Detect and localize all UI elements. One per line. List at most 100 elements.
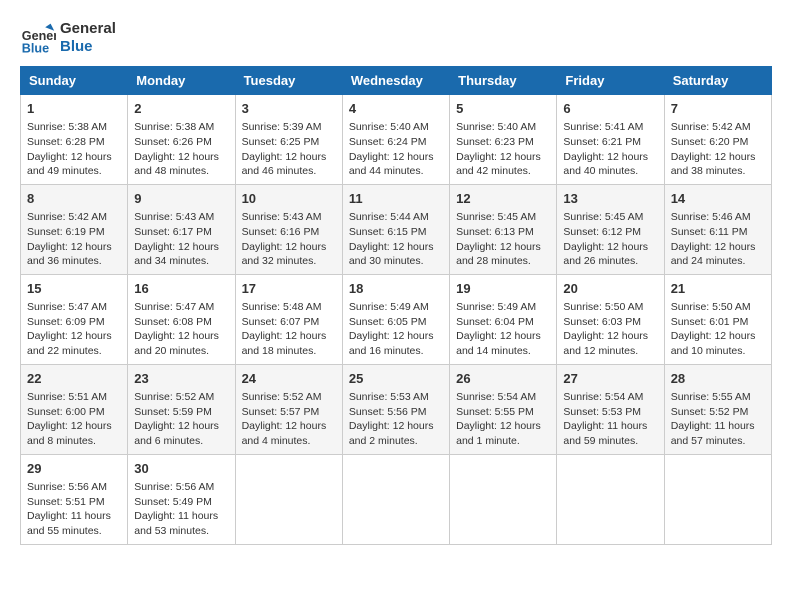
- day-info: Sunrise: 5:40 AM Sunset: 6:24 PM Dayligh…: [349, 121, 434, 177]
- weekday-header-saturday: Saturday: [664, 67, 771, 95]
- day-number: 27: [563, 370, 657, 388]
- day-number: 15: [27, 280, 121, 298]
- logo-icon: General Blue: [20, 20, 56, 56]
- day-info: Sunrise: 5:50 AM Sunset: 6:03 PM Dayligh…: [563, 301, 648, 357]
- day-info: Sunrise: 5:55 AM Sunset: 5:52 PM Dayligh…: [671, 391, 755, 447]
- day-info: Sunrise: 5:56 AM Sunset: 5:51 PM Dayligh…: [27, 481, 111, 537]
- day-info: Sunrise: 5:54 AM Sunset: 5:55 PM Dayligh…: [456, 391, 541, 447]
- calendar-cell: 19 Sunrise: 5:49 AM Sunset: 6:04 PM Dayli…: [450, 274, 557, 364]
- calendar-cell: 1Sunrise: 5:38 AM Sunset: 6:28 PM Daylig…: [21, 95, 128, 185]
- calendar-cell: 10 Sunrise: 5:43 AM Sunset: 6:16 PM Dayli…: [235, 184, 342, 274]
- calendar-week-1: 1Sunrise: 5:38 AM Sunset: 6:28 PM Daylig…: [21, 95, 772, 185]
- day-number: 10: [242, 190, 336, 208]
- calendar-week-5: 29 Sunrise: 5:56 AM Sunset: 5:51 PM Dayli…: [21, 454, 772, 544]
- day-info: Sunrise: 5:49 AM Sunset: 6:04 PM Dayligh…: [456, 301, 541, 357]
- logo-general: General: [60, 20, 116, 38]
- calendar-cell: 20 Sunrise: 5:50 AM Sunset: 6:03 PM Dayli…: [557, 274, 664, 364]
- day-number: 19: [456, 280, 550, 298]
- day-info: Sunrise: 5:43 AM Sunset: 6:16 PM Dayligh…: [242, 211, 327, 267]
- day-info: Sunrise: 5:49 AM Sunset: 6:05 PM Dayligh…: [349, 301, 434, 357]
- calendar-cell: 4 Sunrise: 5:40 AM Sunset: 6:24 PM Daylig…: [342, 95, 449, 185]
- day-number: 5: [456, 100, 550, 118]
- day-number: 16: [134, 280, 228, 298]
- weekday-header-wednesday: Wednesday: [342, 67, 449, 95]
- day-info: Sunrise: 5:52 AM Sunset: 5:59 PM Dayligh…: [134, 391, 219, 447]
- calendar-cell: 14Sunrise: 5:46 AM Sunset: 6:11 PM Dayli…: [664, 184, 771, 274]
- calendar-cell: 8 Sunrise: 5:42 AM Sunset: 6:19 PM Daylig…: [21, 184, 128, 274]
- day-number: 20: [563, 280, 657, 298]
- calendar-week-3: 15 Sunrise: 5:47 AM Sunset: 6:09 PM Dayli…: [21, 274, 772, 364]
- day-info: Sunrise: 5:47 AM Sunset: 6:09 PM Dayligh…: [27, 301, 112, 357]
- calendar-cell: 25 Sunrise: 5:53 AM Sunset: 5:56 PM Dayli…: [342, 364, 449, 454]
- day-info: Sunrise: 5:45 AM Sunset: 6:13 PM Dayligh…: [456, 211, 541, 267]
- calendar-cell: [450, 454, 557, 544]
- svg-text:Blue: Blue: [22, 41, 49, 55]
- calendar-cell: 15 Sunrise: 5:47 AM Sunset: 6:09 PM Dayli…: [21, 274, 128, 364]
- calendar-header-row: SundayMondayTuesdayWednesdayThursdayFrid…: [21, 67, 772, 95]
- day-number: 4: [349, 100, 443, 118]
- calendar-cell: 27 Sunrise: 5:54 AM Sunset: 5:53 PM Dayli…: [557, 364, 664, 454]
- calendar-cell: 5 Sunrise: 5:40 AM Sunset: 6:23 PM Daylig…: [450, 95, 557, 185]
- day-info: Sunrise: 5:50 AM Sunset: 6:01 PM Dayligh…: [671, 301, 756, 357]
- day-number: 18: [349, 280, 443, 298]
- calendar-cell: 28 Sunrise: 5:55 AM Sunset: 5:52 PM Dayli…: [664, 364, 771, 454]
- day-number: 11: [349, 190, 443, 208]
- day-info: Sunrise: 5:46 AM Sunset: 6:11 PM Dayligh…: [671, 211, 756, 267]
- calendar-week-4: 22 Sunrise: 5:51 AM Sunset: 6:00 PM Dayli…: [21, 364, 772, 454]
- day-number: 23: [134, 370, 228, 388]
- calendar-cell: 2Sunrise: 5:38 AM Sunset: 6:26 PM Daylig…: [128, 95, 235, 185]
- calendar-cell: 9Sunrise: 5:43 AM Sunset: 6:17 PM Daylig…: [128, 184, 235, 274]
- calendar-cell: 11 Sunrise: 5:44 AM Sunset: 6:15 PM Dayli…: [342, 184, 449, 274]
- calendar-cell: 22 Sunrise: 5:51 AM Sunset: 6:00 PM Dayli…: [21, 364, 128, 454]
- day-info: Sunrise: 5:51 AM Sunset: 6:00 PM Dayligh…: [27, 391, 112, 447]
- calendar-cell: 6Sunrise: 5:41 AM Sunset: 6:21 PM Daylig…: [557, 95, 664, 185]
- calendar-cell: 16 Sunrise: 5:47 AM Sunset: 6:08 PM Dayli…: [128, 274, 235, 364]
- calendar-cell: 7 Sunrise: 5:42 AM Sunset: 6:20 PM Daylig…: [664, 95, 771, 185]
- day-number: 13: [563, 190, 657, 208]
- weekday-header-friday: Friday: [557, 67, 664, 95]
- calendar-week-2: 8 Sunrise: 5:42 AM Sunset: 6:19 PM Daylig…: [21, 184, 772, 274]
- weekday-header-monday: Monday: [128, 67, 235, 95]
- day-info: Sunrise: 5:54 AM Sunset: 5:53 PM Dayligh…: [563, 391, 647, 447]
- day-number: 1: [27, 100, 121, 118]
- day-info: Sunrise: 5:45 AM Sunset: 6:12 PM Dayligh…: [563, 211, 648, 267]
- day-info: Sunrise: 5:42 AM Sunset: 6:20 PM Dayligh…: [671, 121, 756, 177]
- day-info: Sunrise: 5:44 AM Sunset: 6:15 PM Dayligh…: [349, 211, 434, 267]
- calendar-cell: [557, 454, 664, 544]
- day-number: 8: [27, 190, 121, 208]
- day-number: 7: [671, 100, 765, 118]
- calendar-table: SundayMondayTuesdayWednesdayThursdayFrid…: [20, 66, 772, 545]
- day-info: Sunrise: 5:38 AM Sunset: 6:26 PM Dayligh…: [134, 121, 219, 177]
- calendar-cell: [235, 454, 342, 544]
- day-info: Sunrise: 5:56 AM Sunset: 5:49 PM Dayligh…: [134, 481, 218, 537]
- calendar-cell: 17Sunrise: 5:48 AM Sunset: 6:07 PM Dayli…: [235, 274, 342, 364]
- day-info: Sunrise: 5:47 AM Sunset: 6:08 PM Dayligh…: [134, 301, 219, 357]
- weekday-header-tuesday: Tuesday: [235, 67, 342, 95]
- day-number: 25: [349, 370, 443, 388]
- day-number: 29: [27, 460, 121, 478]
- calendar-cell: 12 Sunrise: 5:45 AM Sunset: 6:13 PM Dayli…: [450, 184, 557, 274]
- day-info: Sunrise: 5:39 AM Sunset: 6:25 PM Dayligh…: [242, 121, 327, 177]
- day-number: 21: [671, 280, 765, 298]
- calendar-cell: 26 Sunrise: 5:54 AM Sunset: 5:55 PM Dayli…: [450, 364, 557, 454]
- day-info: Sunrise: 5:41 AM Sunset: 6:21 PM Dayligh…: [563, 121, 648, 177]
- calendar-body: 1Sunrise: 5:38 AM Sunset: 6:28 PM Daylig…: [21, 95, 772, 545]
- day-info: Sunrise: 5:42 AM Sunset: 6:19 PM Dayligh…: [27, 211, 112, 267]
- day-number: 26: [456, 370, 550, 388]
- day-info: Sunrise: 5:43 AM Sunset: 6:17 PM Dayligh…: [134, 211, 219, 267]
- day-info: Sunrise: 5:52 AM Sunset: 5:57 PM Dayligh…: [242, 391, 327, 447]
- calendar-cell: 29 Sunrise: 5:56 AM Sunset: 5:51 PM Dayli…: [21, 454, 128, 544]
- calendar-cell: 21 Sunrise: 5:50 AM Sunset: 6:01 PM Dayli…: [664, 274, 771, 364]
- day-number: 30: [134, 460, 228, 478]
- day-info: Sunrise: 5:40 AM Sunset: 6:23 PM Dayligh…: [456, 121, 541, 177]
- calendar-cell: 3Sunrise: 5:39 AM Sunset: 6:25 PM Daylig…: [235, 95, 342, 185]
- calendar-cell: 24Sunrise: 5:52 AM Sunset: 5:57 PM Dayli…: [235, 364, 342, 454]
- calendar-cell: [664, 454, 771, 544]
- day-number: 22: [27, 370, 121, 388]
- calendar-cell: 13 Sunrise: 5:45 AM Sunset: 6:12 PM Dayli…: [557, 184, 664, 274]
- day-info: Sunrise: 5:53 AM Sunset: 5:56 PM Dayligh…: [349, 391, 434, 447]
- day-number: 17: [242, 280, 336, 298]
- day-number: 28: [671, 370, 765, 388]
- calendar-cell: 18 Sunrise: 5:49 AM Sunset: 6:05 PM Dayli…: [342, 274, 449, 364]
- day-number: 12: [456, 190, 550, 208]
